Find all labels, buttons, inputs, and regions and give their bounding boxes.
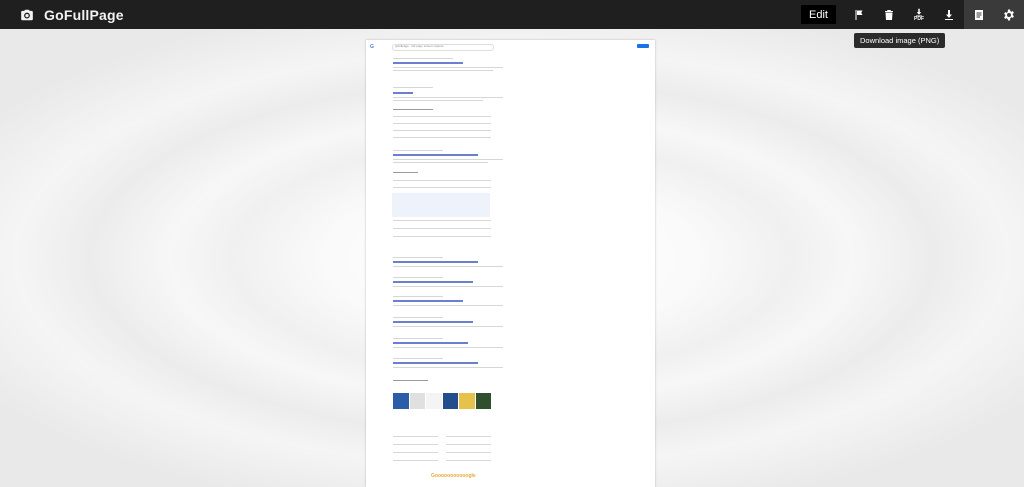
video-row (393, 236, 491, 237)
result-snippet-line (393, 257, 443, 258)
result-snippet-line (393, 367, 503, 368)
thumbnail (393, 393, 409, 409)
download-tooltip: Download image (PNG) (854, 33, 946, 48)
delete-button[interactable] (874, 0, 904, 29)
related-row (446, 436, 491, 437)
related-row (393, 436, 438, 437)
video-key-moments (392, 193, 490, 217)
result-snippet-line (393, 159, 503, 160)
preview-footer-logo: Gooooooooooogle (431, 473, 476, 479)
paa-heading (393, 109, 433, 110)
result-title-link (393, 281, 473, 283)
related-row (393, 460, 438, 461)
result-snippet-line (393, 100, 483, 101)
paa-row (393, 123, 491, 124)
result-snippet-line (393, 87, 433, 88)
video-row (393, 220, 491, 221)
result-title-link (393, 261, 478, 263)
thumbnail (409, 393, 425, 409)
videos-heading (393, 172, 418, 173)
preview-signin-button (637, 44, 649, 48)
result-snippet-line (393, 317, 443, 318)
paa-row (393, 130, 491, 131)
notes-button[interactable] (964, 0, 994, 29)
result-snippet-line (393, 305, 503, 306)
thumbnail (459, 393, 475, 409)
result-snippet-line (393, 67, 503, 68)
result-title-link (393, 92, 413, 94)
result-snippet-line (393, 338, 443, 339)
paa-row (393, 116, 491, 117)
edit-button[interactable]: Edit (801, 5, 836, 24)
download-png-button[interactable] (934, 0, 964, 29)
thumbnail (426, 393, 442, 409)
preview-header: G gofullpage - full page screen capture (366, 40, 655, 54)
video-row (393, 180, 491, 181)
video-row (393, 187, 491, 188)
result-snippet-line (393, 347, 503, 348)
related-row (446, 444, 491, 445)
result-snippet-line (393, 58, 453, 59)
flag-button[interactable] (844, 0, 874, 29)
top-bar: GoFullPage Edit PDF (0, 0, 1024, 29)
camera-icon (21, 9, 33, 20)
screenshot-preview[interactable]: G gofullpage - full page screen capture (366, 40, 655, 487)
result-snippet-line (393, 296, 443, 297)
result-snippet-line (393, 286, 503, 287)
pdf-label: PDF (914, 15, 924, 22)
result-snippet-line (393, 162, 488, 163)
paa-row (393, 137, 491, 138)
related-heading (393, 380, 428, 381)
gear-icon (1004, 9, 1014, 20)
flag-icon (855, 9, 863, 20)
thumbnail (475, 393, 491, 409)
result-snippet-line (393, 70, 493, 71)
result-snippet-line (393, 277, 443, 278)
related-row (393, 452, 438, 453)
toolbar: Edit PDF (801, 0, 1024, 29)
result-title-link (393, 362, 478, 364)
result-snippet-line (393, 358, 443, 359)
preview-google-logo: G (370, 44, 374, 50)
download-pdf-button[interactable]: PDF (904, 0, 934, 29)
result-title-link (393, 62, 463, 64)
notes-icon (975, 9, 983, 20)
result-title-link (393, 342, 468, 344)
trash-icon (885, 9, 893, 20)
related-row (393, 444, 438, 445)
video-row (393, 228, 491, 229)
result-title-link (393, 300, 463, 302)
related-row (446, 452, 491, 453)
preview-search-text: gofullpage - full page screen capture (395, 44, 444, 48)
result-snippet-line (393, 326, 503, 327)
result-snippet-line (393, 150, 443, 151)
thumbnail (442, 393, 458, 409)
result-snippet-line (393, 266, 503, 267)
app-title: GoFullPage (44, 6, 124, 23)
related-row (446, 460, 491, 461)
brand: GoFullPage (20, 7, 124, 23)
related-thumbnails (393, 393, 491, 409)
result-title-link (393, 154, 478, 156)
settings-button[interactable] (994, 0, 1024, 29)
result-title-link (393, 321, 473, 323)
result-snippet-line (393, 97, 503, 98)
download-icon (945, 9, 953, 20)
